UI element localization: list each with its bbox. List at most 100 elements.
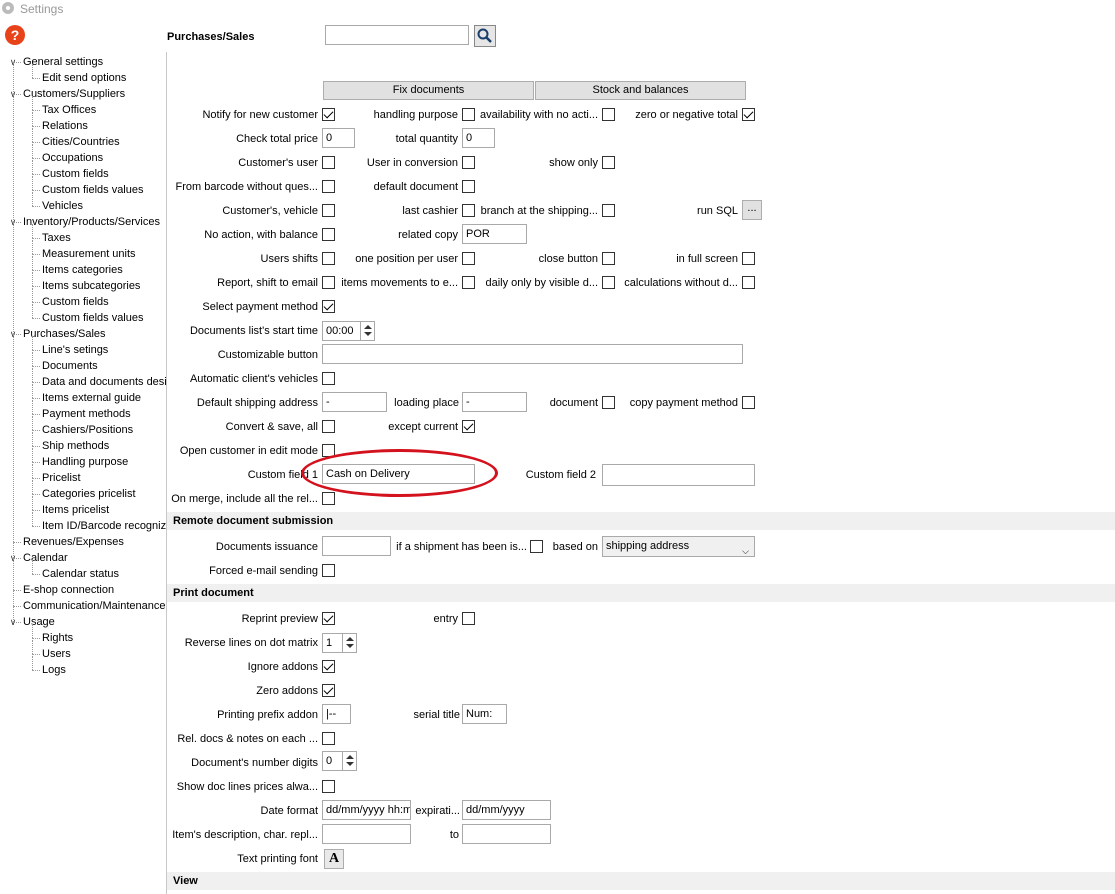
sidebar-item[interactable]: Logs: [42, 662, 66, 678]
convert-save-checkbox[interactable]: [322, 420, 335, 433]
open-customer-edit-checkbox[interactable]: [322, 444, 335, 457]
sidebar-item[interactable]: Items pricelist: [42, 502, 109, 518]
items-description-input[interactable]: [322, 824, 411, 844]
sidebar-item[interactable]: Calendar ∨: [10, 550, 68, 566]
custom-field-1-input[interactable]: Cash on Delivery: [322, 464, 475, 484]
search-button[interactable]: [474, 25, 496, 47]
handling-purpose-checkbox[interactable]: [462, 108, 475, 121]
on-merge-checkbox[interactable]: [322, 492, 335, 505]
sidebar-item[interactable]: Occupations: [42, 150, 103, 166]
items-movements-checkbox[interactable]: [462, 276, 475, 289]
sidebar-item[interactable]: Items categories: [42, 262, 123, 278]
date-format-input[interactable]: dd/mm/yyyy hh:m: [322, 800, 411, 820]
sidebar-item[interactable]: Payment methods: [42, 406, 131, 422]
time-spinner[interactable]: [360, 322, 374, 340]
copy-payment-checkbox[interactable]: [742, 396, 755, 409]
help-icon[interactable]: ?: [5, 25, 25, 45]
sidebar-item[interactable]: Taxes: [42, 230, 71, 246]
sidebar-item[interactable]: Item ID/Barcode recognize: [42, 518, 166, 534]
printing-prefix-input[interactable]: |--: [322, 704, 351, 724]
document-checkbox[interactable]: [602, 396, 615, 409]
total-quantity-input[interactable]: 0: [462, 128, 495, 148]
run-sql-button[interactable]: ...: [742, 200, 762, 220]
sidebar-item[interactable]: Custom fields: [42, 166, 109, 182]
loading-place-input[interactable]: -: [462, 392, 527, 412]
customizable-button-input[interactable]: [322, 344, 743, 364]
sidebar-item[interactable]: General settings ∨: [10, 54, 103, 70]
branch-shipping-checkbox[interactable]: [602, 204, 615, 217]
one-position-checkbox[interactable]: [462, 252, 475, 265]
sidebar-item[interactable]: Inventory/Products/Services ∨: [10, 214, 160, 230]
docs-start-time-input[interactable]: 00:00: [322, 321, 375, 341]
close-button-checkbox[interactable]: [602, 252, 615, 265]
zero-negative-checkbox[interactable]: [742, 108, 755, 121]
sidebar-item[interactable]: Items subcategories: [42, 278, 140, 294]
number-digits-input[interactable]: 0: [322, 751, 357, 771]
sidebar-item[interactable]: E-shop connection: [23, 582, 114, 598]
sidebar-item[interactable]: Items external guide: [42, 390, 141, 406]
reverse-lines-spinner[interactable]: [342, 634, 356, 652]
sidebar-item[interactable]: Custom fields values: [42, 182, 144, 198]
users-shifts-checkbox[interactable]: [322, 252, 335, 265]
sidebar-item[interactable]: Vehicles: [42, 198, 83, 214]
sidebar-item[interactable]: Edit send options: [42, 70, 126, 86]
sidebar-item[interactable]: Ship methods: [42, 438, 109, 454]
if-shipment-checkbox[interactable]: [530, 540, 543, 553]
sidebar-item[interactable]: Tax Offices: [42, 102, 96, 118]
sidebar-item[interactable]: Documents: [42, 358, 98, 374]
sidebar-item[interactable]: Calendar status: [42, 566, 119, 582]
sidebar-item[interactable]: Users: [42, 646, 71, 662]
sidebar-item[interactable]: Communication/Maintenance: [23, 598, 165, 614]
availability-checkbox[interactable]: [602, 108, 615, 121]
sidebar-item[interactable]: Usage ∨: [10, 614, 55, 630]
check-total-price-input[interactable]: 0: [322, 128, 355, 148]
related-copy-input[interactable]: POR: [462, 224, 527, 244]
zero-addons-checkbox[interactable]: [322, 684, 335, 697]
customers-user-checkbox[interactable]: [322, 156, 335, 169]
customers-vehicle-checkbox[interactable]: [322, 204, 335, 217]
automatic-vehicles-checkbox[interactable]: [322, 372, 335, 385]
report-shift-email-checkbox[interactable]: [322, 276, 335, 289]
user-in-conversion-checkbox[interactable]: [462, 156, 475, 169]
sidebar-item[interactable]: Custom fields values: [42, 310, 144, 326]
in-full-screen-checkbox[interactable]: [742, 252, 755, 265]
sidebar-item[interactable]: Data and documents desi: [42, 374, 166, 390]
expiration-input[interactable]: dd/mm/yyyy: [462, 800, 551, 820]
documents-issuance-input[interactable]: [322, 536, 391, 556]
custom-field-2-input[interactable]: [602, 464, 755, 486]
sidebar-item[interactable]: Categories pricelist: [42, 486, 136, 502]
font-picker-button[interactable]: A: [324, 849, 344, 869]
sidebar-item[interactable]: Purchases/Sales ∨: [10, 326, 106, 342]
stock-and-balances-button[interactable]: Stock and balances: [535, 81, 746, 100]
sidebar-item[interactable]: Relations: [42, 118, 88, 134]
sidebar-item[interactable]: Handling purpose: [42, 454, 128, 470]
show-only-checkbox[interactable]: [602, 156, 615, 169]
serial-title-input[interactable]: Num:: [462, 704, 507, 724]
sidebar-item[interactable]: Line's setings: [42, 342, 108, 358]
daily-only-checkbox[interactable]: [602, 276, 615, 289]
rel-docs-checkbox[interactable]: [322, 732, 335, 745]
reverse-lines-input[interactable]: 1: [322, 633, 357, 653]
sidebar-item[interactable]: Measurement units: [42, 246, 136, 262]
default-shipping-input[interactable]: -: [322, 392, 387, 412]
based-on-select[interactable]: shipping address ⌵: [602, 536, 755, 557]
from-barcode-checkbox[interactable]: [322, 180, 335, 193]
number-digits-spinner[interactable]: [342, 752, 356, 770]
except-current-checkbox[interactable]: [462, 420, 475, 433]
reprint-preview-checkbox[interactable]: [322, 612, 335, 625]
forced-email-checkbox[interactable]: [322, 564, 335, 577]
select-payment-method-checkbox[interactable]: [322, 300, 335, 313]
sidebar-item[interactable]: Revenues/Expenses: [23, 534, 124, 550]
entry-checkbox[interactable]: [462, 612, 475, 625]
ignore-addons-checkbox[interactable]: [322, 660, 335, 673]
last-cashier-checkbox[interactable]: [462, 204, 475, 217]
to-input[interactable]: [462, 824, 551, 844]
sidebar-item[interactable]: Pricelist: [42, 470, 81, 486]
fix-documents-button[interactable]: Fix documents: [323, 81, 534, 100]
search-input[interactable]: [325, 25, 469, 45]
notify-new-customer-checkbox[interactable]: [322, 108, 335, 121]
no-action-balance-checkbox[interactable]: [322, 228, 335, 241]
sidebar-item[interactable]: Custom fields: [42, 294, 109, 310]
sidebar-item[interactable]: Cashiers/Positions: [42, 422, 133, 438]
sidebar-tree[interactable]: General settings ∨ Edit send options Custom…: [0, 52, 166, 894]
